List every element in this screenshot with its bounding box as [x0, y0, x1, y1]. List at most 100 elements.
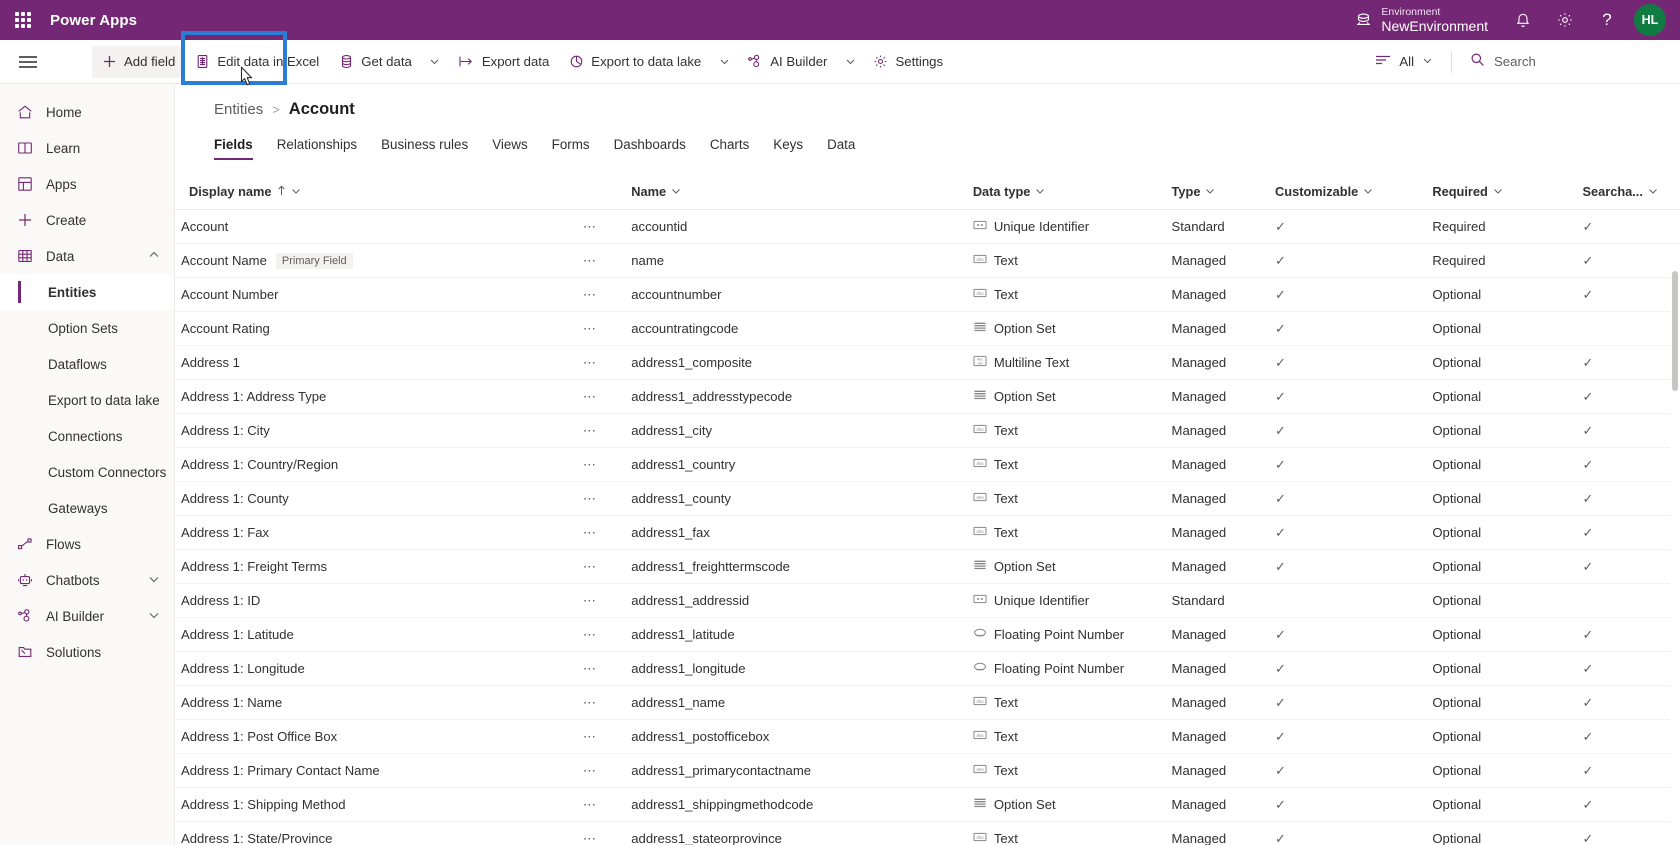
hamburger-icon[interactable] — [0, 40, 56, 84]
question-mark-icon[interactable]: ? — [1586, 0, 1628, 40]
breadcrumb-parent[interactable]: Entities — [214, 101, 263, 118]
tab-charts[interactable]: Charts — [698, 131, 761, 160]
command-bar-right: All — [1367, 46, 1680, 78]
search-input[interactable] — [1494, 54, 1644, 69]
avatar[interactable]: HL — [1634, 4, 1666, 36]
more-options-icon[interactable]: ⋯ — [583, 491, 619, 507]
table-row[interactable]: Address 1: City ⋯ address1_city Abc Text Mana… — [175, 413, 1680, 448]
tab-views[interactable]: Views — [480, 131, 539, 160]
table-row[interactable]: Address 1: County ⋯ address1_county Abc Text… — [175, 481, 1680, 516]
sidebar-item-chatbots[interactable]: Chatbots — [0, 562, 174, 598]
more-options-icon[interactable]: ⋯ — [583, 457, 619, 473]
table-row[interactable]: Address 1: State/Province ⋯ address1_state… — [175, 821, 1680, 845]
cell-name: address1_stateorprovince — [625, 821, 967, 845]
tab-data[interactable]: Data — [815, 131, 867, 160]
environment-picker[interactable]: Environment NewEnvironment — [1341, 0, 1502, 40]
sidebar-item-create[interactable]: Create — [0, 202, 174, 238]
more-options-icon[interactable]: ⋯ — [583, 287, 619, 303]
sidebar-item-home[interactable]: Home — [0, 94, 174, 130]
table-row[interactable]: Address 1: Address Type ⋯ address1_address… — [175, 379, 1680, 414]
sidebar-item-ai-builder[interactable]: AI Builder — [0, 598, 174, 634]
tab-business-rules[interactable]: Business rules — [369, 131, 480, 160]
more-options-icon[interactable]: ⋯ — [583, 729, 619, 745]
sidebar-item-apps[interactable]: Apps — [0, 166, 174, 202]
sidebar-item-dataflows[interactable]: Dataflows — [0, 346, 174, 382]
more-options-icon[interactable]: ⋯ — [583, 627, 619, 643]
tab-forms[interactable]: Forms — [540, 131, 602, 160]
tab-dashboards[interactable]: Dashboards — [602, 131, 698, 160]
more-options-icon[interactable]: ⋯ — [583, 355, 619, 371]
column-header-required[interactable]: Required — [1426, 160, 1577, 210]
export-data-button[interactable]: Export data — [448, 46, 559, 78]
scrollbar-thumb[interactable] — [1672, 271, 1678, 391]
tab-relationships[interactable]: Relationships — [265, 131, 369, 160]
settings-button[interactable]: Settings — [863, 46, 953, 78]
export-to-data-lake-chevron-down-icon[interactable] — [711, 46, 737, 78]
cell-display-name: Address 1: City ⋯ — [175, 413, 626, 448]
column-header-searchable[interactable]: Searcha... — [1576, 160, 1680, 210]
more-options-icon[interactable]: ⋯ — [583, 593, 619, 609]
search-box[interactable] — [1462, 46, 1662, 78]
gear-icon[interactable] — [1544, 0, 1586, 40]
table-row[interactable]: Account Rating ⋯ accountratingcode Option S… — [175, 311, 1680, 346]
sidebar-item-export-to-data-lake[interactable]: Export to data lake — [0, 382, 174, 418]
settings-label: Settings — [895, 54, 944, 69]
bell-icon[interactable] — [1502, 0, 1544, 40]
add-field-button[interactable]: Add field — [92, 45, 186, 78]
cell-display-name: Address 1: Address Type ⋯ — [175, 379, 626, 414]
more-options-icon[interactable]: ⋯ — [583, 559, 619, 575]
more-options-icon[interactable]: ⋯ — [583, 661, 619, 677]
more-options-icon[interactable]: ⋯ — [583, 389, 619, 405]
more-options-icon[interactable]: ⋯ — [583, 695, 619, 711]
app-launcher-icon[interactable] — [0, 0, 46, 40]
column-header-customizable[interactable]: Customizable — [1269, 160, 1427, 210]
sidebar-item-entities[interactable]: Entities — [0, 274, 174, 310]
tab-keys[interactable]: Keys — [761, 131, 815, 160]
get-data-chevron-down-icon[interactable] — [422, 46, 448, 78]
vertical-scrollbar[interactable] — [1670, 268, 1680, 845]
more-options-icon[interactable]: ⋯ — [583, 763, 619, 779]
tab-fields[interactable]: Fields — [214, 131, 265, 160]
sidebar-item-connections[interactable]: Connections — [0, 418, 174, 454]
table-row[interactable]: Address 1: Fax ⋯ address1_fax Abc Text Manage… — [175, 515, 1680, 550]
sidebar-item-learn[interactable]: Learn — [0, 130, 174, 166]
table-row[interactable]: Address 1: Post Office Box ⋯ address1_post… — [175, 719, 1680, 754]
get-data-button[interactable]: Get data — [329, 46, 422, 78]
table-row[interactable]: Account Name Primary Field ⋯ name Abc Text Man… — [175, 243, 1680, 278]
more-options-icon[interactable]: ⋯ — [583, 321, 619, 337]
table-row[interactable]: Address 1: Country/Region ⋯ address1_count… — [175, 447, 1680, 482]
column-header-type[interactable]: Type — [1165, 160, 1270, 210]
more-options-icon[interactable]: ⋯ — [583, 525, 619, 541]
table-row[interactable]: Address 1: Latitude ⋯ address1_latitude Flo… — [175, 617, 1680, 652]
more-options-icon[interactable]: ⋯ — [583, 831, 619, 845]
table-row[interactable]: Address 1: Name ⋯ address1_name Abc Text Mana… — [175, 685, 1680, 720]
export-to-data-lake-button[interactable]: Export to data lake — [559, 46, 711, 78]
column-header-data-type[interactable]: Data type — [966, 160, 1166, 210]
edit-data-in-excel-button[interactable]: Edit data in Excel — [185, 46, 329, 78]
table-row[interactable]: Address 1: Freight Terms ⋯ address1_freigh… — [175, 549, 1680, 584]
sidebar-item-solutions[interactable]: Solutions — [0, 634, 174, 670]
ai-builder-chevron-down-icon[interactable] — [837, 46, 863, 78]
table-row[interactable]: Address 1: Longitude ⋯ address1_longitude F… — [175, 651, 1680, 686]
table-row[interactable]: Account Number ⋯ accountnumber Abc Text Manag… — [175, 277, 1680, 312]
more-options-icon[interactable]: ⋯ — [583, 797, 619, 813]
table-row[interactable]: Address 1: ID ⋯ address1_addressid Unique I… — [175, 583, 1680, 618]
sidebar-item-label: Solutions — [46, 644, 102, 660]
sidebar-item-data[interactable]: Data — [0, 238, 174, 274]
sidebar-item-option-sets[interactable]: Option Sets — [0, 310, 174, 346]
sidebar-item-gateways[interactable]: Gateways — [0, 490, 174, 526]
table-row[interactable]: Account ⋯ accountid Unique Identifier Standa… — [175, 209, 1680, 244]
column-header-name[interactable]: Name — [625, 160, 967, 210]
table-row[interactable]: Address 1: Primary Contact Name ⋯ address1… — [175, 753, 1680, 788]
sidebar-item-custom-connectors[interactable]: Custom Connectors — [0, 454, 174, 490]
brand-title[interactable]: Power Apps — [46, 12, 137, 29]
ai-builder-button[interactable]: AI Builder — [737, 46, 837, 78]
filter-all-button[interactable]: All — [1367, 46, 1441, 78]
table-row[interactable]: Address 1: Shipping Method ⋯ address1_ship… — [175, 787, 1680, 822]
column-header-display-name[interactable]: Display name — [175, 160, 626, 210]
more-options-icon[interactable]: ⋯ — [583, 219, 619, 235]
more-options-icon[interactable]: ⋯ — [583, 253, 619, 269]
table-row[interactable]: Address 1 ⋯ address1_composite Abc def Multil… — [175, 345, 1680, 380]
sidebar-item-flows[interactable]: Flows — [0, 526, 174, 562]
more-options-icon[interactable]: ⋯ — [583, 423, 619, 439]
